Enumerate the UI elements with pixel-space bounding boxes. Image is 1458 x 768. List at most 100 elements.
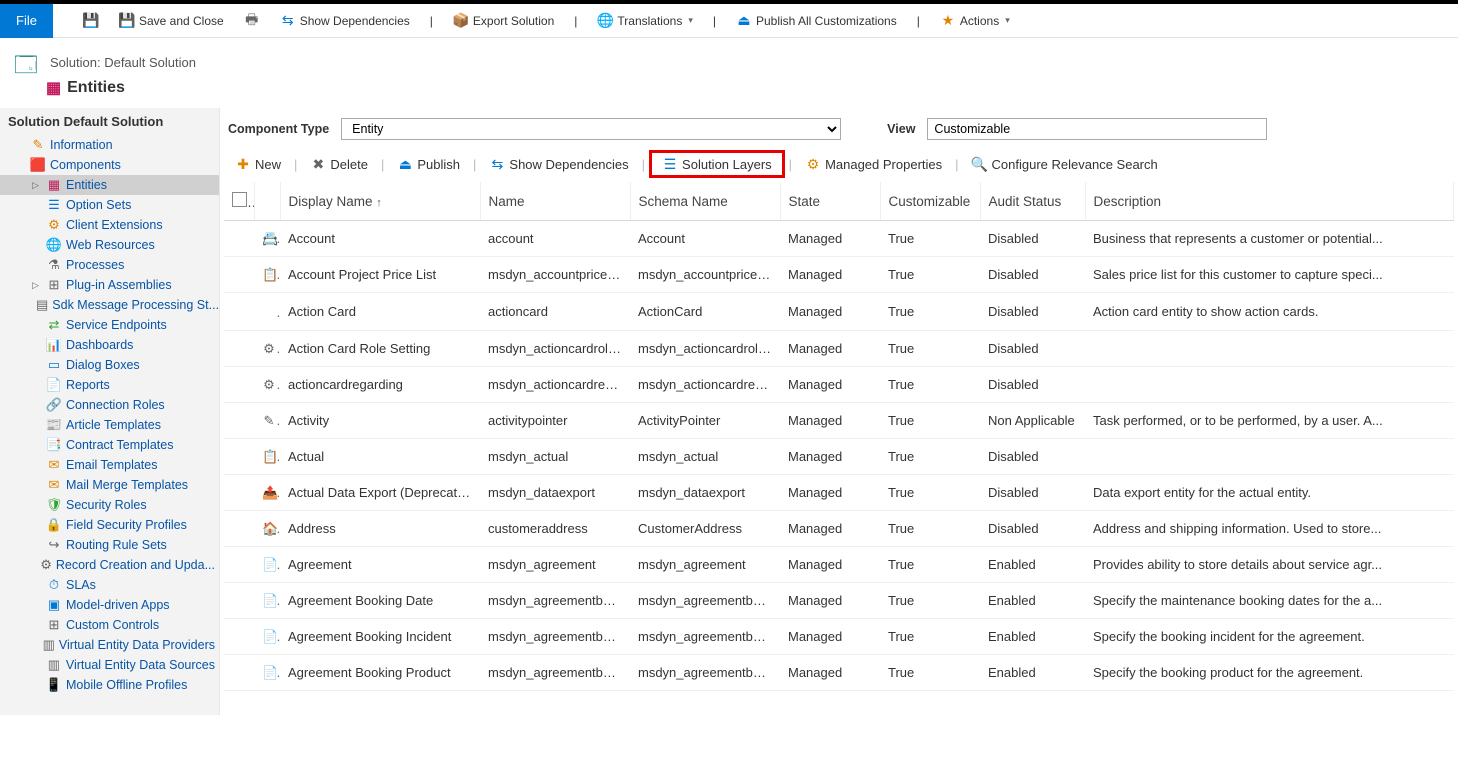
configure-relevance-button[interactable]: 🔍Configure Relevance Search	[963, 151, 1167, 177]
cell-display-name: actioncardregarding	[280, 367, 480, 403]
translations-button[interactable]: 🌐Translations▾	[587, 4, 702, 37]
col-schema-name[interactable]: Schema Name	[630, 182, 780, 221]
file-menu[interactable]: File	[0, 4, 53, 38]
vsrc-icon: ▥	[46, 657, 62, 673]
component-type-select[interactable]: Entity	[341, 118, 841, 140]
sidebar-item-components[interactable]: 🟥Components	[0, 155, 219, 175]
cell-state: Managed	[780, 547, 880, 583]
solution-icon: 🗔	[14, 48, 42, 76]
managed-properties-button[interactable]: ⚙Managed Properties	[796, 151, 951, 177]
sidebar-item-contract-templates[interactable]: 📑Contract Templates	[0, 435, 219, 455]
publish-icon: ⏏	[397, 156, 413, 172]
info-icon: ✎	[30, 137, 46, 153]
sidebar-item-plugin-assemblies[interactable]: ▷⊞Plug-in Assemblies	[0, 275, 219, 295]
export-solution-button[interactable]: 📦Export Solution	[443, 4, 564, 37]
table-row[interactable]: 🏠AddresscustomeraddressCustomerAddressMa…	[224, 511, 1454, 547]
cell-schema: msdyn_dataexport	[630, 475, 780, 511]
table-row[interactable]: ⚙Action Card Role Settingmsdyn_actioncar…	[224, 331, 1454, 367]
table-row[interactable]: 📤Actual Data Export (Deprecated)msdyn_da…	[224, 475, 1454, 511]
table-row[interactable]: 📋Account Project Price Listmsdyn_account…	[224, 257, 1454, 293]
sidebar-item-record-creation[interactable]: ⚙Record Creation and Upda...	[0, 555, 219, 575]
sidebar-item-email-templates[interactable]: ✉Email Templates	[0, 455, 219, 475]
col-customizable[interactable]: Customizable	[880, 182, 980, 221]
view-input[interactable]	[927, 118, 1267, 140]
cell-audit: Disabled	[980, 221, 1085, 257]
sidebar-item-client-extensions[interactable]: ⚙Client Extensions	[0, 215, 219, 235]
table-row[interactable]: 📄Agreementmsdyn_agreementmsdyn_agreement…	[224, 547, 1454, 583]
show-dependencies-button-2[interactable]: ⇆Show Dependencies	[480, 151, 637, 177]
cell-customizable: True	[880, 655, 980, 691]
table-row[interactable]: 📇AccountaccountAccountManagedTrueDisable…	[224, 221, 1454, 257]
row-type-icon: 📇	[254, 221, 280, 257]
table-row[interactable]: 📄Agreement Booking Datemsdyn_agreementbo…	[224, 583, 1454, 619]
cell-schema: msdyn_agreement	[630, 547, 780, 583]
dashboard-icon: 📊	[46, 337, 62, 353]
cell-audit: Disabled	[980, 331, 1085, 367]
sidebar-item-article-templates[interactable]: 📰Article Templates	[0, 415, 219, 435]
endpoint-icon: ⇄	[46, 317, 62, 333]
sidebar-item-option-sets[interactable]: ☰Option Sets	[0, 195, 219, 215]
sep1-icon[interactable]: 🖶	[234, 4, 270, 37]
solution-layers-button[interactable]: ☰Solution Layers	[649, 150, 785, 178]
table-row[interactable]: ✎ActivityactivitypointerActivityPointerM…	[224, 403, 1454, 439]
row-type-icon: 🏠	[254, 511, 280, 547]
grid-header-row: Display Name ↑ Name Schema Name State Cu…	[224, 182, 1454, 221]
col-audit-status[interactable]: Audit Status	[980, 182, 1085, 221]
sidebar-item-dialog-boxes[interactable]: ▭Dialog Boxes	[0, 355, 219, 375]
table-row[interactable]: 📄Agreement Booking Productmsdyn_agreemen…	[224, 655, 1454, 691]
routing-icon: ↪	[46, 537, 62, 553]
sidebar-item-security-roles[interactable]: 🛡Security Roles	[0, 495, 219, 515]
sidebar-item-virtual-providers[interactable]: ▥Virtual Entity Data Providers	[0, 635, 219, 655]
sidebar-item-model-driven-apps[interactable]: ▣Model-driven Apps	[0, 595, 219, 615]
col-state[interactable]: State	[780, 182, 880, 221]
sidebar-item-field-security[interactable]: 🔒Field Security Profiles	[0, 515, 219, 535]
dependencies-icon: ⇆	[280, 13, 296, 29]
sidebar-item-web-resources[interactable]: 🌐Web Resources	[0, 235, 219, 255]
save-and-close-button[interactable]: 💾Save and Close	[109, 4, 234, 37]
select-all-checkbox[interactable]	[232, 192, 247, 207]
col-description[interactable]: Description	[1085, 182, 1454, 221]
table-row[interactable]: ⚙actioncardregardingmsdyn_actioncardrega…	[224, 367, 1454, 403]
sidebar-item-dashboards[interactable]: 📊Dashboards	[0, 335, 219, 355]
save-icon-only[interactable]: 💾	[73, 4, 109, 37]
row-type-icon: ⚙	[254, 331, 280, 367]
cell-audit: Disabled	[980, 257, 1085, 293]
cell-name: msdyn_agreementboo...	[480, 583, 630, 619]
sidebar-item-routing-rules[interactable]: ↪Routing Rule Sets	[0, 535, 219, 555]
new-button[interactable]: ✚New	[226, 151, 290, 177]
cell-audit: Enabled	[980, 583, 1085, 619]
cell-name: activitypointer	[480, 403, 630, 439]
show-dependencies-button[interactable]: ⇆Show Dependencies	[270, 4, 420, 37]
sidebar-item-custom-controls[interactable]: ⊞Custom Controls	[0, 615, 219, 635]
cell-description	[1085, 331, 1454, 367]
row-type-icon: 📋	[254, 439, 280, 475]
sidebar-item-slas[interactable]: ⏱SLAs	[0, 575, 219, 595]
cell-display-name: Actual	[280, 439, 480, 475]
sidebar-item-processes[interactable]: ⚗Processes	[0, 255, 219, 275]
publish-button[interactable]: ⏏Publish	[388, 151, 469, 177]
sidebar-item-mail-merge[interactable]: ✉Mail Merge Templates	[0, 475, 219, 495]
dialog-icon: ▭	[46, 357, 62, 373]
cell-schema: msdyn_actioncardrole...	[630, 331, 780, 367]
delete-button[interactable]: ✖Delete	[301, 151, 377, 177]
col-name[interactable]: Name	[480, 182, 630, 221]
sidebar-item-entities[interactable]: ▷▦Entities	[0, 175, 219, 195]
breadcrumb: Solution: Default Solution	[50, 55, 196, 70]
sidebar-item-connection-roles[interactable]: 🔗Connection Roles	[0, 395, 219, 415]
table-row[interactable]: 📄Agreement Booking Incidentmsdyn_agreeme…	[224, 619, 1454, 655]
col-display-name[interactable]: Display Name ↑	[280, 182, 480, 221]
cell-display-name: Account Project Price List	[280, 257, 480, 293]
sidebar-item-reports[interactable]: 📄Reports	[0, 375, 219, 395]
actions-button[interactable]: ★Actions▾	[930, 4, 1020, 37]
cell-customizable: True	[880, 293, 980, 331]
sidebar-item-information[interactable]: ✎Information	[0, 135, 219, 155]
table-row[interactable]: Action CardactioncardActionCardManagedTr…	[224, 293, 1454, 331]
sidebar-item-service-endpoints[interactable]: ⇄Service Endpoints	[0, 315, 219, 335]
sidebar-item-mobile-offline[interactable]: 📱Mobile Offline Profiles	[0, 675, 219, 695]
table-row[interactable]: 📋Actualmsdyn_actualmsdyn_actualManagedTr…	[224, 439, 1454, 475]
sidebar-item-virtual-sources[interactable]: ▥Virtual Entity Data Sources	[0, 655, 219, 675]
publish-all-button[interactable]: ⏏Publish All Customizations	[726, 4, 907, 37]
sidebar-item-sdk-steps[interactable]: ▤Sdk Message Processing St...	[0, 295, 219, 315]
star-icon: ★	[940, 13, 956, 29]
components-icon: 🟥	[30, 157, 46, 173]
